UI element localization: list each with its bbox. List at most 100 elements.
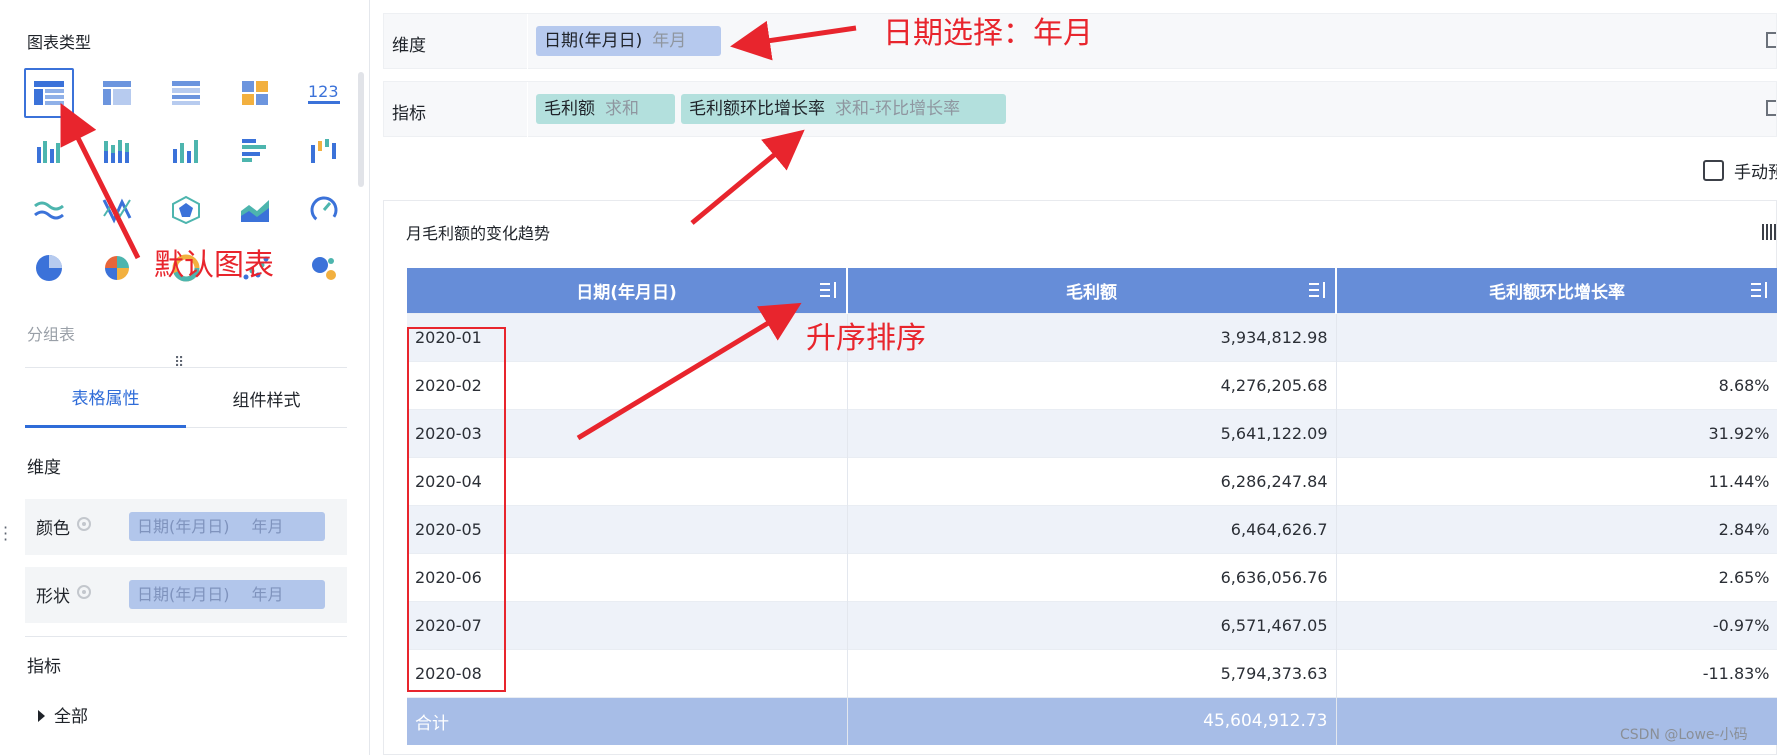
growth-cell: -11.83%	[1336, 648, 1777, 697]
profit-aggregation: 求和	[605, 99, 639, 119]
grouped-column-icon[interactable]	[24, 126, 74, 176]
profit-cell: 6,286,247.84	[847, 456, 1337, 505]
profit-cell: 5,794,373.63	[847, 648, 1337, 697]
data-table: 日期(年月日) 毛利额 毛利额环比增长率 2020-01 3,934,812.9…	[407, 268, 1777, 745]
divider	[527, 14, 528, 70]
table-chart-icon[interactable]	[24, 68, 74, 118]
date-field-granularity: 年月	[652, 31, 687, 51]
profit-metric-pill[interactable]: 毛利额 求和	[536, 94, 675, 124]
property-tabs: 表格属性 组件样式	[25, 367, 347, 428]
sort-ascending-icon[interactable]	[820, 281, 838, 299]
svg-text:123: 123	[308, 82, 339, 101]
annotation-ascending-sort: 升序排序	[806, 321, 926, 356]
radar-chart-icon[interactable]	[161, 185, 211, 235]
table-header-row: 日期(年月日) 毛利额 毛利额环比增长率	[407, 268, 1777, 313]
pie-chart-icon[interactable]	[24, 243, 74, 293]
collapse-icon[interactable]	[1766, 32, 1776, 48]
column-chart-icon[interactable]	[161, 126, 211, 176]
shape-property-row: 形状 日期(年月日) 年月	[25, 567, 347, 623]
line-chart-icon[interactable]	[24, 185, 74, 235]
profit-cell: 6,464,626.7	[847, 504, 1337, 553]
total-label: 合计	[407, 696, 848, 745]
growth-aggregation: 求和-环比增长率	[835, 99, 961, 119]
manual-preview-label: 手动预	[1734, 163, 1777, 183]
color-property-row: 颜色 日期(年月日) 年月	[25, 499, 347, 555]
profit-cell: 6,636,056.76	[847, 552, 1337, 601]
growth-cell: 2.65%	[1336, 552, 1777, 601]
all-tree-node[interactable]: 全部	[38, 702, 88, 727]
kpi-grid-icon[interactable]	[230, 68, 280, 118]
growth-cell: 31.92%	[1336, 408, 1777, 457]
growth-cell: -0.97%	[1336, 600, 1777, 649]
shape-field-name: 日期(年月日)	[137, 585, 230, 604]
table-row: 2020-04 6,286,247.84 11.44%	[407, 456, 1777, 505]
column-header-label: 毛利额	[1066, 282, 1117, 303]
chart-config-panel: 图表类型 123 分组表 ⠿ 表格属性 组件样式 维度 颜色 日期(年月日) 年…	[0, 0, 370, 755]
table-row: 2020-06 6,636,056.76 2.65%	[407, 552, 1777, 601]
metric-config-row: 指标 毛利额 求和 毛利额环比增长率 求和-环比增长率	[383, 81, 1777, 138]
table-row: 2020-08 5,794,373.63 -11.83%	[407, 648, 1777, 697]
column-header-date[interactable]: 日期(年月日)	[407, 268, 848, 313]
sort-icon[interactable]	[1751, 281, 1769, 299]
table-row: 2020-03 5,641,122.09 31.92%	[407, 408, 1777, 457]
rose-chart-icon[interactable]	[92, 243, 142, 293]
color-label: 颜色	[36, 519, 70, 539]
profit-cell: 5,641,122.09	[847, 408, 1337, 457]
collapse-icon[interactable]	[1766, 100, 1776, 116]
all-node-label: 全部	[54, 707, 88, 727]
profit-cell: 4,276,205.68	[847, 360, 1337, 409]
growth-field-name: 毛利额环比增长率	[689, 99, 825, 119]
shape-field-pill[interactable]: 日期(年月日) 年月	[129, 580, 325, 609]
area-chart-icon[interactable]	[230, 185, 280, 235]
table-row: 2020-02 4,276,205.68 8.68%	[407, 360, 1777, 409]
waterfall-icon[interactable]	[299, 126, 349, 176]
shape-field-granularity: 年月	[251, 585, 284, 604]
barcode-icon[interactable]	[1762, 224, 1776, 240]
growth-cell: 2.84%	[1336, 504, 1777, 553]
total-profit: 45,604,912.73	[847, 696, 1337, 745]
annotation-date-select: 日期选择：年月	[883, 16, 1093, 51]
gear-icon[interactable]	[77, 517, 91, 531]
color-field-pill[interactable]: 日期(年月日) 年月	[129, 512, 325, 541]
chart-type-title: 图表类型	[27, 33, 92, 52]
manual-preview-checkbox[interactable]	[1703, 160, 1724, 181]
detail-table-icon[interactable]	[161, 68, 211, 118]
stacked-column-icon[interactable]	[92, 126, 142, 176]
panel-scrollbar[interactable]	[358, 72, 364, 187]
table-row: 2020-05 6,464,626.7 2.84%	[407, 504, 1777, 553]
number-icon[interactable]: 123	[299, 68, 349, 118]
column-header-growth[interactable]: 毛利额环比增长率	[1336, 268, 1777, 313]
shape-label: 形状	[36, 587, 70, 607]
date-field-name: 日期(年月日)	[544, 31, 643, 51]
growth-metric-pill[interactable]: 毛利额环比增长率 求和-环比增长率	[681, 94, 1006, 124]
sort-icon[interactable]	[1309, 281, 1327, 299]
color-field-granularity: 年月	[251, 517, 284, 536]
cross-table-icon[interactable]	[92, 68, 142, 118]
table-row: 2020-07 6,571,467.05 -0.97%	[407, 600, 1777, 649]
growth-cell: 8.68%	[1336, 360, 1777, 409]
column-header-label: 毛利额环比增长率	[1489, 282, 1625, 303]
tab-component-style[interactable]: 组件样式	[186, 368, 347, 428]
divider	[25, 636, 347, 637]
date-column-highlight-box	[407, 327, 506, 692]
gear-icon[interactable]	[77, 585, 91, 599]
chart-title: 月毛利额的变化趋势	[406, 224, 551, 243]
color-field-name: 日期(年月日)	[137, 517, 230, 536]
total-row: 合计 45,604,912.73	[407, 696, 1777, 745]
metric-section-label: 指标	[27, 657, 61, 677]
profit-field-name: 毛利额	[544, 99, 595, 119]
watermark: CSDN @Lowe-小码	[1620, 727, 1748, 743]
chart-card: 月毛利额的变化趋势 日期(年月日) 毛利额 毛利额环比增长率 2020-01 3…	[383, 200, 1777, 755]
bar-chart-icon[interactable]	[230, 126, 280, 176]
divider	[527, 82, 528, 138]
panel-resize-handle[interactable]: · · ·	[3, 520, 8, 548]
radar-line-icon[interactable]	[92, 185, 142, 235]
annotation-default-chart: 默认图表	[154, 248, 274, 283]
gauge-icon[interactable]	[299, 185, 349, 235]
column-header-label: 日期(年月日)	[576, 282, 677, 303]
date-dimension-pill[interactable]: 日期(年月日) 年月	[536, 26, 721, 56]
bubble-icon[interactable]	[299, 243, 349, 293]
column-header-profit[interactable]: 毛利额	[847, 268, 1337, 313]
table-row: 2020-01 3,934,812.98	[407, 312, 1777, 361]
tab-table-properties[interactable]: 表格属性	[25, 368, 186, 428]
